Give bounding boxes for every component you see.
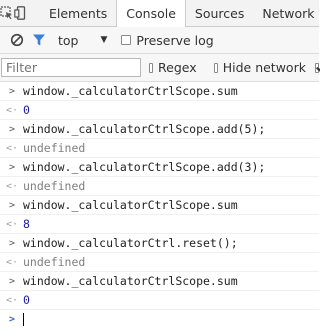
console-result-row: <· undefined <box>0 177 319 196</box>
console-result: 0 <box>23 293 30 307</box>
console-command: window._calculatorCtrlScope.sum <box>23 198 238 212</box>
console-result-row: <· undefined <box>0 253 319 272</box>
hide-network-label: Hide network <box>222 60 306 75</box>
console-result-row: <· 0 <box>0 101 319 120</box>
tab-network[interactable]: Network <box>253 0 320 26</box>
console-input-row: > window._calculatorCtrlScope.sum <box>0 272 319 291</box>
regex-checkbox[interactable] <box>149 62 154 73</box>
input-prompt-icon: > <box>8 199 16 211</box>
device-toolbar-icon[interactable] <box>14 0 28 26</box>
console-output: > window._calculatorCtrlScope.sum <· 0 >… <box>0 82 319 328</box>
result-arrow-icon: <· <box>5 294 19 306</box>
console-command: window._calculatorCtrlScope.add(5); <box>23 122 266 136</box>
context-selector[interactable]: top <box>58 33 78 48</box>
regex-label: Regex <box>158 60 197 75</box>
input-prompt-icon: > <box>8 237 16 249</box>
devtools-tabbar: Elements Console Sources Network <box>0 0 319 27</box>
console-prompt[interactable]: > <box>0 310 319 328</box>
tab-sources[interactable]: Sources <box>186 0 253 26</box>
console-result-row: <· undefined <box>0 139 319 158</box>
tab-console[interactable]: Console <box>116 0 186 27</box>
console-toolbar: top ▼ Preserve log <box>0 27 319 54</box>
text-cursor <box>23 312 24 326</box>
input-prompt-icon: > <box>8 85 16 97</box>
console-command: window._calculatorCtrlScope.add(3); <box>23 160 266 174</box>
preserve-log-checkbox[interactable] <box>121 35 132 45</box>
console-input-row: > window._calculatorCtrlScope.sum <box>0 82 319 101</box>
result-arrow-icon: <· <box>5 218 19 230</box>
console-command: window._calculatorCtrlScope.sum <box>23 84 238 98</box>
filter-icon[interactable] <box>28 30 50 50</box>
input-prompt-icon: > <box>8 123 16 135</box>
result-arrow-icon: <· <box>5 104 19 116</box>
chevron-down-icon[interactable]: ▼ <box>100 35 107 45</box>
console-result: 8 <box>23 217 30 231</box>
tab-elements[interactable]: Elements <box>40 0 116 26</box>
result-arrow-icon: <· <box>5 180 19 192</box>
result-arrow-icon: <· <box>5 256 19 268</box>
console-result-row: <· 8 <box>0 215 319 234</box>
prompt-chevron-icon: > <box>8 313 16 325</box>
input-prompt-icon: > <box>8 161 16 173</box>
filter-input[interactable] <box>1 58 141 77</box>
filter-bar: Regex Hide network <box>0 54 319 82</box>
console-input-row: > window._calculatorCtrl.reset(); <box>0 234 319 253</box>
hide-network-checkbox[interactable] <box>213 62 218 73</box>
partially-visible-checkbox[interactable] <box>314 62 319 73</box>
preserve-log-label: Preserve log <box>136 32 214 48</box>
input-prompt-icon: > <box>8 275 16 287</box>
console-result-row: <· 0 <box>0 291 319 310</box>
console-command: window._calculatorCtrlScope.sum <box>23 274 238 288</box>
inspect-element-icon[interactable] <box>0 0 14 26</box>
console-input-row: > window._calculatorCtrlScope.sum <box>0 196 319 215</box>
console-result: undefined <box>23 141 86 155</box>
console-input-row: > window._calculatorCtrlScope.add(3); <box>0 158 319 177</box>
result-arrow-icon: <· <box>5 142 19 154</box>
console-command: window._calculatorCtrl.reset(); <box>23 236 238 250</box>
clear-console-icon[interactable] <box>6 30 28 50</box>
console-result: 0 <box>23 103 30 117</box>
console-input-row: > window._calculatorCtrlScope.add(5); <box>0 120 319 139</box>
console-result: undefined <box>23 255 86 269</box>
console-result: undefined <box>23 179 86 193</box>
